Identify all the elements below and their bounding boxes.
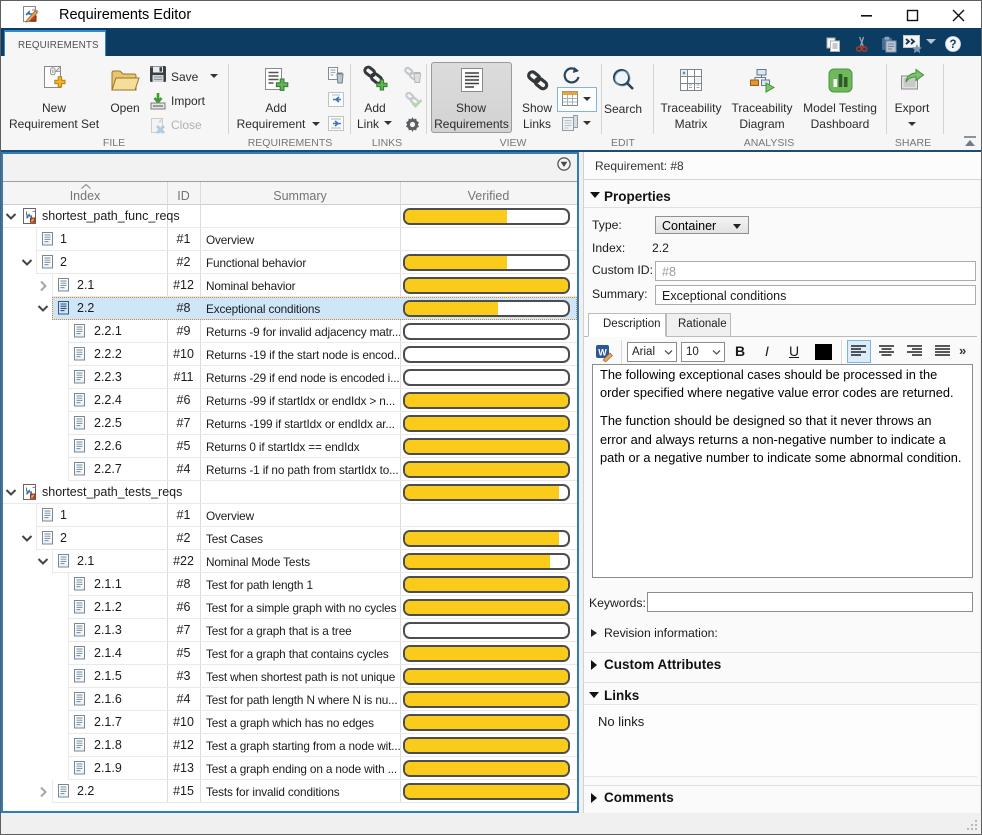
svg-text:W: W bbox=[598, 348, 607, 358]
